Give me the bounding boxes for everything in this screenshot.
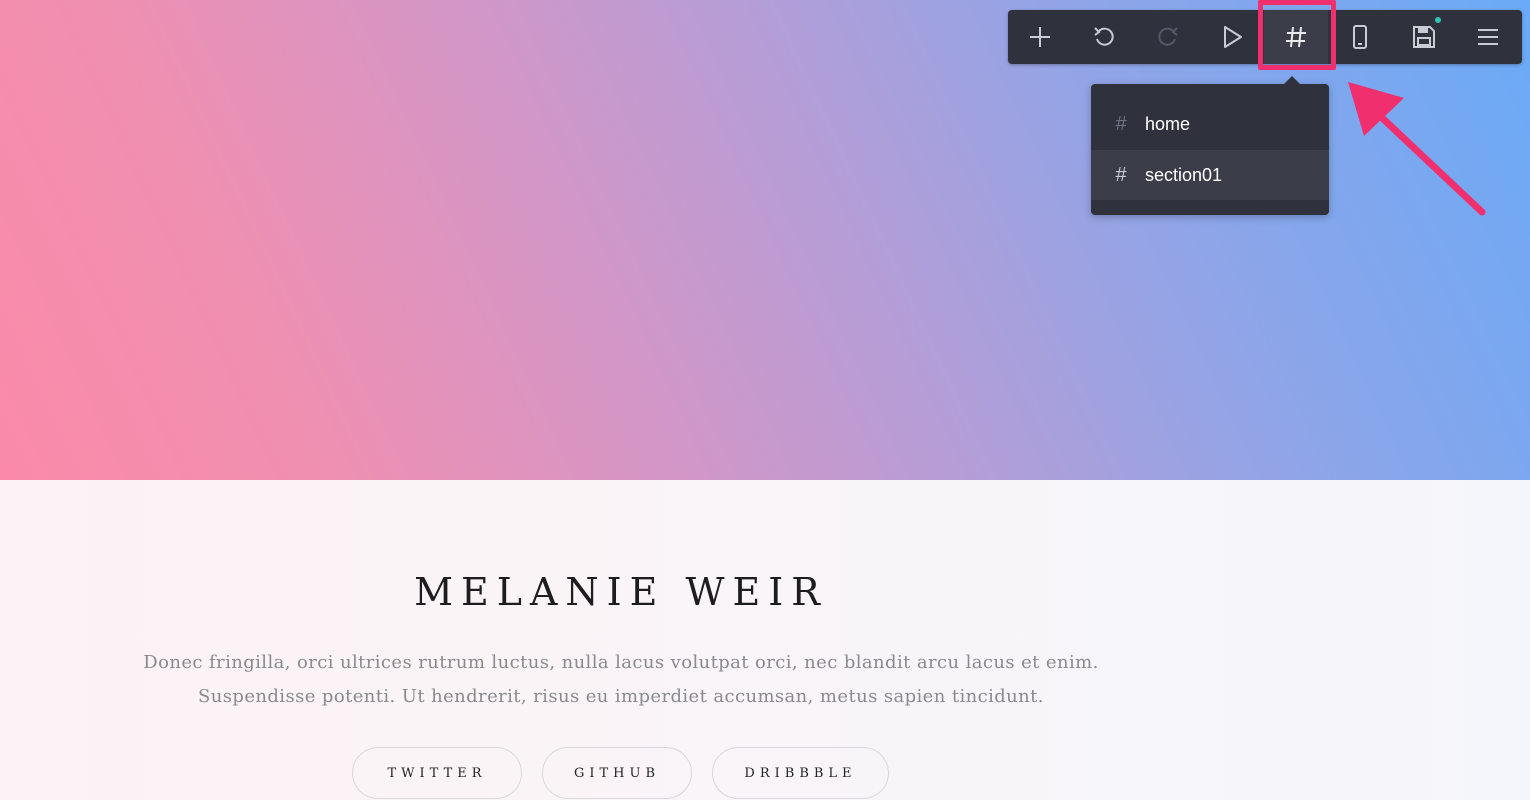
hash-icon: #	[1115, 163, 1127, 186]
preview-button[interactable]	[1200, 10, 1264, 64]
mobile-view-button[interactable]	[1328, 10, 1392, 64]
menu-button[interactable]	[1456, 10, 1520, 64]
floppy-disk-icon	[1413, 26, 1435, 48]
github-button[interactable]: GITHUB	[542, 747, 692, 799]
dribbble-button[interactable]: DRIBBBLE	[712, 747, 889, 799]
hash-icon: #	[1115, 112, 1127, 135]
anchor-item-home[interactable]: # home	[1091, 99, 1329, 149]
annotation-arrow-icon	[1348, 82, 1486, 216]
undo-icon	[1094, 27, 1114, 46]
twitter-button[interactable]: TWITTER	[352, 747, 522, 799]
mobile-phone-icon	[1353, 25, 1367, 49]
anchors-button-highlight	[1258, 0, 1336, 70]
bio-line-2: Suspendisse potenti. Ut hendrerit, risus…	[198, 686, 1044, 707]
plus-icon	[1030, 27, 1050, 47]
bio-line-1: Donec fringilla, orci ultrices rutrum lu…	[143, 652, 1099, 673]
anchor-dropdown-menu: # home # section01	[1091, 76, 1329, 215]
save-notification-dot	[1435, 17, 1441, 23]
dropdown-caret	[1284, 76, 1300, 84]
add-button[interactable]	[1008, 10, 1072, 64]
anchor-item-label: section01	[1145, 164, 1223, 185]
hero-gradient-section	[0, 0, 1530, 480]
hamburger-menu-icon	[1478, 29, 1498, 45]
profile-bio: Donec fringilla, orci ultrices rutrum lu…	[0, 646, 1242, 714]
anchor-item-label: home	[1145, 113, 1191, 134]
redo-icon	[1158, 27, 1178, 46]
undo-button[interactable]	[1072, 10, 1136, 64]
play-icon	[1224, 26, 1242, 48]
anchor-item-section01[interactable]: # section01	[1091, 150, 1329, 200]
redo-button[interactable]	[1136, 10, 1200, 64]
profile-name: MELANIE WEIR	[414, 570, 828, 614]
save-button[interactable]	[1392, 10, 1456, 64]
